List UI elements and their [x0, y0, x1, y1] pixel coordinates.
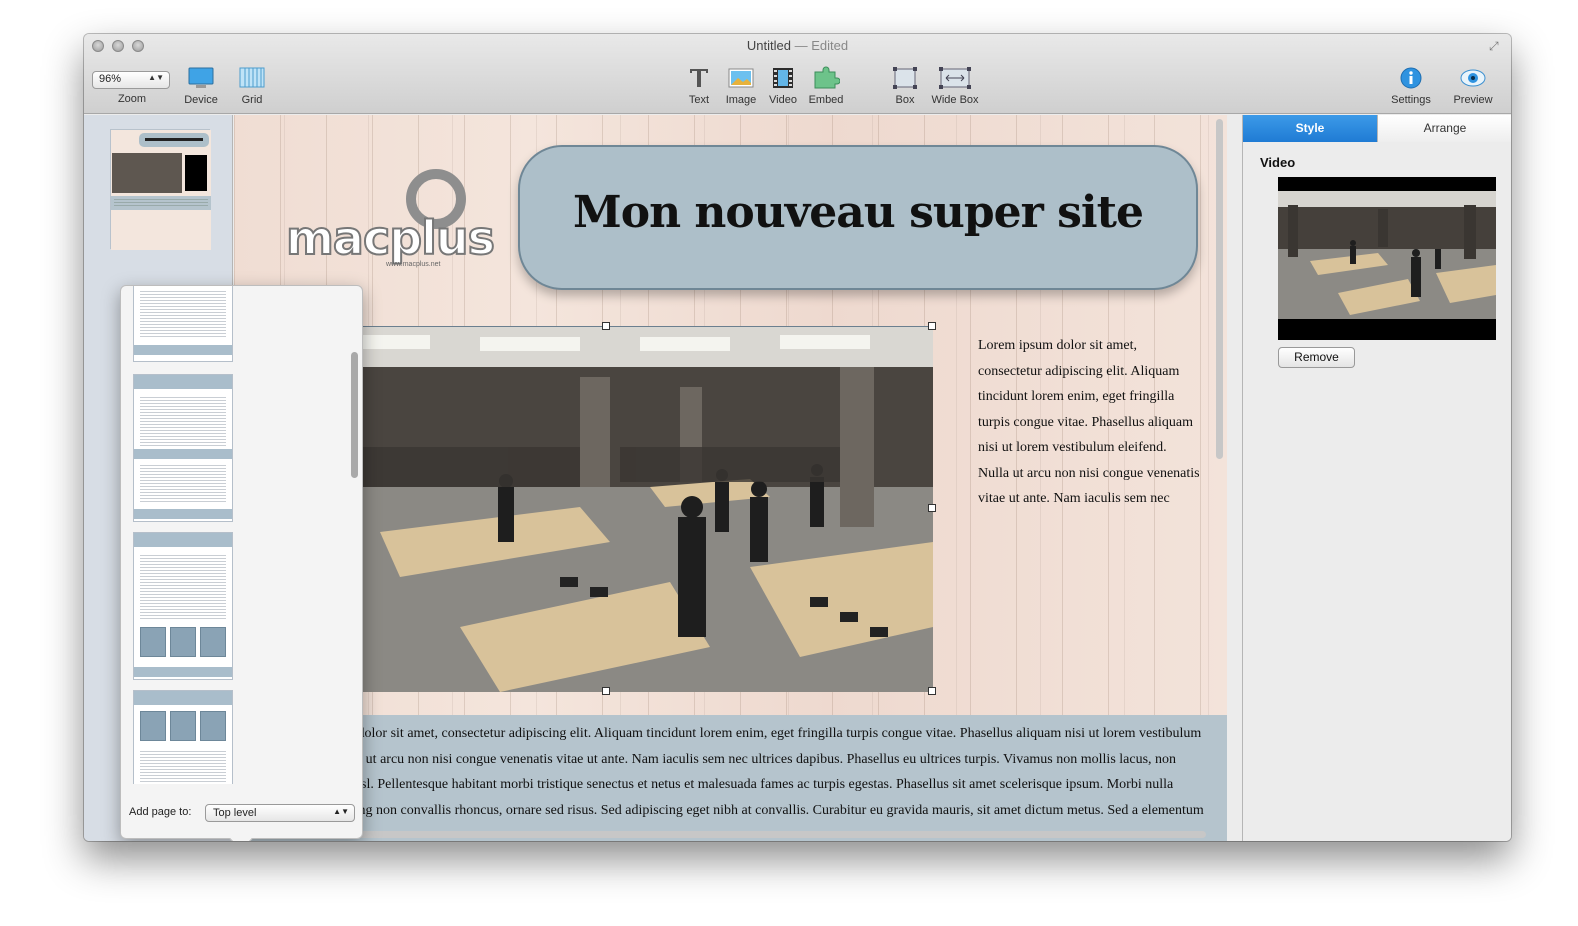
embed-label: Embed — [808, 94, 844, 106]
grid-icon — [239, 67, 265, 88]
page-template-1[interactable] — [133, 286, 233, 362]
zoom-value: 96% — [99, 73, 122, 85]
template-image-box — [140, 627, 166, 657]
horizontal-scrollbar[interactable] — [238, 831, 1206, 838]
page-canvas[interactable]: macplus www.macplus.net Mon nouveau supe… — [234, 115, 1227, 841]
video-label: Video — [769, 94, 797, 106]
wide-box-label: Wide Box — [931, 94, 979, 106]
template-header-bar — [134, 375, 232, 389]
box-label: Box — [895, 94, 915, 106]
site-title[interactable]: Mon nouveau super site — [520, 187, 1196, 238]
add-page-destination-value: Top level — [213, 807, 257, 819]
wide-box-button[interactable]: Wide Box — [927, 66, 983, 106]
add-page-footer: Add page to: Top level ▲▼ — [121, 798, 364, 828]
box-icon — [893, 67, 917, 89]
template-text-lines — [140, 463, 226, 503]
page-template-4[interactable] — [133, 690, 233, 784]
page-thumbnail-preview — [111, 130, 211, 250]
template-image-box — [200, 711, 226, 741]
template-footer-bar — [134, 509, 232, 519]
text-button[interactable]: Text — [682, 66, 716, 106]
page-template-2[interactable] — [133, 374, 233, 522]
video-button[interactable]: Video — [765, 66, 801, 106]
video-thumbnail — [1278, 177, 1496, 340]
settings-button[interactable]: Settings — [1386, 66, 1436, 106]
wide-box-icon — [939, 67, 971, 89]
video-thumbnail-image — [1278, 191, 1496, 319]
remove-button[interactable]: Remove — [1278, 347, 1355, 368]
zoom-label: Zoom — [117, 93, 147, 105]
side-text-block[interactable]: Lorem ipsum dolor sit amet, consectetur … — [978, 333, 1200, 512]
text-label: Text — [688, 94, 710, 106]
toolbar: Untitled — Edited ⤢ 96% ▲▼ Zoom Device G… — [84, 34, 1511, 114]
updown-arrows-icon: ▲▼ — [148, 73, 164, 82]
resize-handle-bottom-right[interactable] — [928, 687, 936, 695]
inspector-panel: Style Arrange Video Remove — [1242, 115, 1511, 841]
template-image-box — [170, 711, 196, 741]
eye-icon — [1460, 69, 1486, 87]
preview-label: Preview — [1453, 94, 1493, 106]
document-name: Untitled — [746, 38, 791, 53]
video-frame — [280, 327, 933, 692]
popover-arrow — [229, 827, 253, 841]
template-footer-bar — [134, 667, 232, 677]
grid-button[interactable]: Grid — [232, 66, 272, 106]
resize-handle-right[interactable] — [928, 504, 936, 512]
tab-style[interactable]: Style — [1243, 115, 1377, 142]
zoom-control[interactable]: 96% ▲▼ Zoom — [92, 71, 172, 105]
preview-button[interactable]: Preview — [1449, 66, 1497, 106]
template-image-box — [170, 627, 196, 657]
image-label: Image — [725, 94, 757, 106]
site-logo[interactable]: macplus www.macplus.net — [285, 169, 496, 269]
resize-handle-bottom[interactable] — [602, 687, 610, 695]
inspector-section-title: Video — [1260, 155, 1296, 170]
header-box[interactable]: Mon nouveau super site — [518, 145, 1198, 290]
puzzle-piece-icon — [814, 66, 840, 89]
template-image-box — [200, 627, 226, 657]
logo-url: www.macplus.net — [386, 261, 441, 268]
page-template-list[interactable] — [121, 286, 350, 784]
tab-arrange[interactable]: Arrange — [1377, 115, 1511, 142]
resize-handle-top-right[interactable] — [928, 322, 936, 330]
inspector-tabs: Style Arrange — [1243, 115, 1511, 142]
page-template-3[interactable] — [133, 532, 233, 680]
edited-indicator: — Edited — [794, 38, 849, 53]
template-header-bar — [134, 533, 232, 547]
vertical-scrollbar[interactable] — [1216, 119, 1223, 459]
video-element[interactable] — [275, 322, 936, 695]
fullscreen-icon[interactable]: ⤢ — [1489, 39, 1503, 53]
text-icon — [690, 69, 708, 87]
window-title: Untitled — Edited — [84, 38, 1511, 53]
add-page-popover: Add page to: Top level ▲▼ — [120, 285, 364, 841]
settings-label: Settings — [1391, 94, 1431, 106]
template-image-box — [140, 711, 166, 741]
monitor-icon — [188, 67, 214, 88]
app-window: Untitled — Edited ⤢ 96% ▲▼ Zoom Device G… — [84, 34, 1511, 841]
image-button[interactable]: Image — [722, 66, 760, 106]
popover-scrollbar[interactable] — [351, 352, 358, 478]
film-strip-icon — [773, 68, 793, 88]
add-page-label: Add page to: — [129, 806, 192, 818]
info-icon — [1400, 67, 1422, 89]
image-icon — [728, 68, 754, 88]
device-button[interactable]: Device — [181, 66, 221, 106]
embed-button[interactable]: Embed — [806, 66, 846, 106]
device-label: Device — [184, 94, 218, 106]
template-text-lines — [140, 395, 226, 447]
zoom-select[interactable]: 96% ▲▼ — [92, 71, 170, 89]
template-divider-bar — [134, 449, 232, 459]
box-button[interactable]: Box — [889, 66, 921, 106]
resize-handle-top[interactable] — [602, 322, 610, 330]
add-page-destination-select[interactable]: Top level ▲▼ — [205, 804, 355, 822]
template-text-lines — [140, 749, 226, 784]
grid-label: Grid — [241, 94, 263, 106]
logo-wordmark: macplus — [285, 210, 496, 266]
template-text-lines — [140, 289, 226, 339]
template-header-bar — [134, 691, 232, 705]
updown-arrows-icon: ▲▼ — [333, 807, 349, 816]
template-footer-bar — [134, 345, 232, 355]
template-text-lines — [140, 553, 226, 621]
bottom-text-block[interactable]: Lorem ipsum dolor sit amet, consectetur … — [279, 721, 1209, 841]
page-thumbnail-home[interactable] — [110, 129, 211, 250]
